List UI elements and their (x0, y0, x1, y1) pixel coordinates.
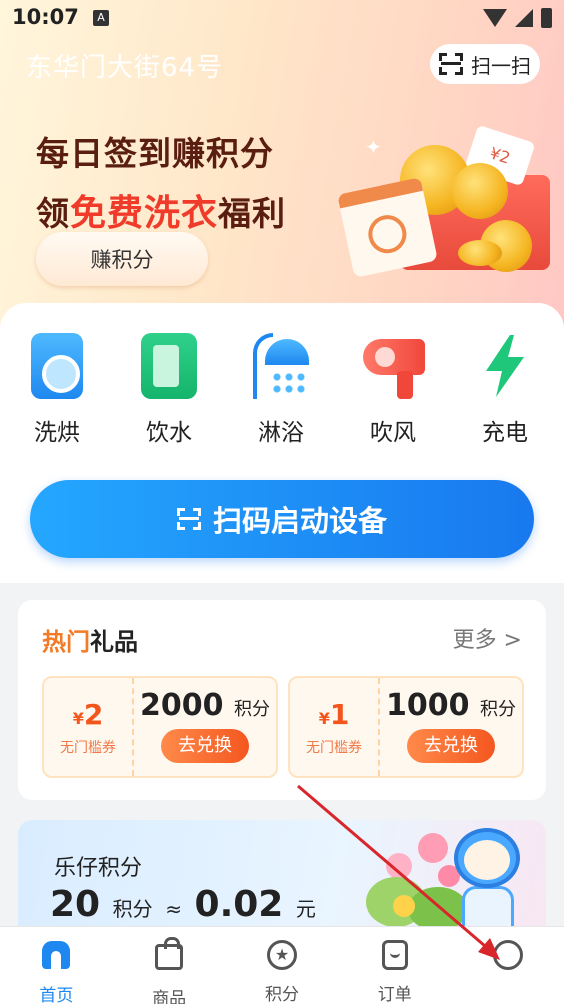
wifi-icon (483, 9, 507, 27)
location-address[interactable]: 东华门大街64号 (26, 47, 223, 84)
nav-points[interactable]: ★ 积分 (226, 927, 339, 1004)
bottom-navigation: 首页 商品 ★ 积分 订单 (0, 926, 564, 1004)
redeem-button[interactable]: 去兑换 (407, 729, 495, 763)
promo-subline-highlight: 免费洗衣 (70, 193, 219, 234)
profile-icon (492, 940, 523, 970)
nav-home[interactable]: 首页 (0, 927, 113, 1004)
coupon-points: 2000 (140, 688, 224, 723)
redeem-button[interactable]: 去兑换 (161, 729, 249, 763)
points-balance-card[interactable]: 乐仔积分 20 积分 ≈ 0.02 元 (18, 820, 546, 930)
lightning-icon (475, 333, 535, 401)
washer-icon (27, 333, 87, 401)
hot-gifts-title-rest: 礼品 (90, 628, 138, 656)
hot-gifts-title-hot: 热门 (42, 628, 90, 656)
scan-icon (176, 508, 201, 530)
coupon-desc: 无门槛券 (60, 740, 116, 756)
scan-start-device-button[interactable]: 扫码启动设备 (30, 480, 534, 558)
coupon-points-unit: 积分 (233, 699, 270, 720)
accessibility-badge-icon: A (93, 10, 109, 26)
coin-icon (458, 240, 502, 266)
status-indicators (483, 8, 552, 28)
coupon-desc: 无门槛券 (306, 740, 362, 756)
coupon-value: ¥2 无门槛券 (44, 678, 134, 776)
coin-icon (452, 163, 508, 219)
scan-shortcut-label: 扫一扫 (471, 53, 531, 78)
promo-banner[interactable]: 10:07 A 东华门大街64号 扫一扫 每日签到赚积分 领免费洗衣福利 赚积分… (0, 0, 564, 340)
service-drink-water[interactable]: 饮水 (124, 333, 214, 447)
order-icon (381, 940, 408, 970)
water-dispenser-icon (139, 333, 199, 401)
points-unit: 积分 (112, 897, 153, 921)
hot-gifts-section: 热门礼品 更多 > ¥2 无门槛券 2000 积分 去兑换 ¥1 无门槛券 10… (18, 600, 546, 800)
coupon-points-unit: 积分 (479, 699, 516, 720)
hot-gifts-title: 热门礼品 (42, 622, 138, 657)
hair-dryer-icon (363, 333, 425, 401)
coupon-points: 1000 (386, 688, 470, 723)
promo-subline-suffix: 福利 (218, 194, 287, 233)
nav-orders[interactable]: 订单 (338, 927, 451, 1004)
service-label: 饮水 (146, 420, 192, 446)
calendar-check-icon (337, 177, 438, 278)
nav-label: 积分 (264, 985, 299, 1004)
shower-icon (251, 333, 311, 401)
home-icon (42, 941, 71, 969)
status-time: 10:07 (12, 5, 79, 29)
sparkle-icon: ✦ (365, 135, 382, 159)
coupon-card[interactable]: ¥1 无门槛券 1000 积分 去兑换 (288, 676, 524, 778)
points-value: 20 积分 ≈ 0.02 元 (50, 884, 316, 925)
mascot-astronaut-icon (448, 828, 528, 930)
service-label: 充电 (482, 420, 528, 446)
coupon-cost: 2000 积分 去兑换 (134, 678, 276, 776)
points-title: 乐仔积分 (54, 856, 143, 881)
coupon-amount: 1 (329, 698, 350, 731)
promo-headline: 每日签到赚积分 (36, 134, 274, 173)
coupon-card[interactable]: ¥2 无门槛券 2000 积分 去兑换 (42, 676, 278, 778)
service-charging[interactable]: 充电 (460, 333, 550, 447)
nav-label: 首页 (39, 986, 74, 1004)
points-money: 0.02 (194, 884, 284, 925)
earn-points-button[interactable]: 赚积分 (36, 232, 208, 286)
promo-subline-prefix: 领 (36, 194, 70, 233)
service-label: 吹风 (370, 420, 416, 446)
nav-label: 订单 (377, 985, 412, 1004)
status-bar: 10:07 A (0, 0, 564, 38)
scan-start-device-label: 扫码启动设备 (212, 504, 387, 538)
nav-products[interactable]: 商品 (113, 927, 226, 1004)
nav-profile[interactable] (451, 927, 564, 1004)
promo-illustration: ✦ ¥2 (337, 124, 560, 285)
service-shower[interactable]: 淋浴 (236, 333, 326, 447)
service-label: 洗烘 (34, 420, 80, 446)
service-wash-dry[interactable]: 洗烘 (12, 333, 102, 447)
promo-subline: 领免费洗衣福利 (36, 184, 286, 236)
points-approx: ≈ (165, 897, 182, 921)
points-money-unit: 元 (295, 897, 316, 921)
service-hair-dryer[interactable]: 吹风 (348, 333, 438, 447)
coupon-amount: 2 (83, 698, 104, 731)
battery-icon (541, 8, 552, 28)
coupon-currency: ¥ (72, 709, 84, 728)
service-label: 淋浴 (258, 420, 304, 446)
signal-icon (515, 9, 533, 27)
points-star-icon: ★ (266, 940, 297, 970)
scan-icon (439, 53, 463, 75)
scan-shortcut-button[interactable]: 扫一扫 (430, 44, 540, 84)
nav-label: 商品 (152, 989, 187, 1004)
more-gifts-link[interactable]: 更多 > (453, 622, 522, 654)
coupon-cost: 1000 积分 去兑换 (380, 678, 522, 776)
coupon-value: ¥1 无门槛券 (290, 678, 380, 776)
coupon-currency: ¥ (318, 709, 330, 728)
shopping-bag-icon (155, 937, 184, 970)
points-number: 20 (50, 884, 101, 925)
